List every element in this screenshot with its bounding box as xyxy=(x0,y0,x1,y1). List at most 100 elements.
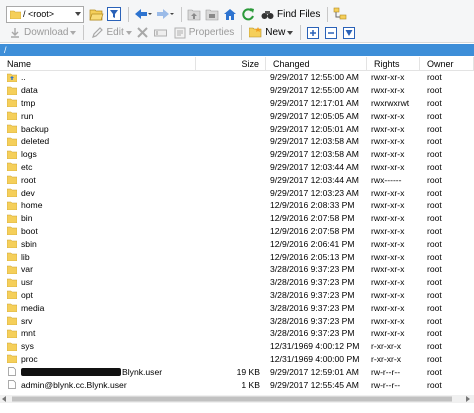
file-name: sbin xyxy=(21,238,37,249)
file-changed: 9/29/2017 12:55:00 AM xyxy=(270,72,359,83)
file-changed: 9/29/2017 12:03:23 AM xyxy=(270,187,359,198)
toolbar-separator xyxy=(83,25,85,40)
file-row[interactable]: admin@blynk.cc.Blynk.user 1 KB 9/29/2017 1… xyxy=(0,378,474,391)
file-name: home xyxy=(21,200,43,211)
file-row[interactable]: opt 3/28/2016 9:37:23 PM rwxr-xr-x root xyxy=(0,289,474,302)
folder-icon xyxy=(7,112,17,121)
file-owner: root xyxy=(427,213,442,224)
deselect-icon[interactable] xyxy=(323,25,339,41)
folder-icon xyxy=(7,99,17,108)
file-name: Blynk.user xyxy=(122,366,163,377)
file-row[interactable]: bin 12/9/2016 2:07:58 PM rwxr-xr-x root xyxy=(0,212,474,225)
filter-selection-icon[interactable] xyxy=(341,25,357,41)
file-name: root xyxy=(21,174,36,185)
file-owner: root xyxy=(427,225,442,236)
file-row[interactable]: dev 9/29/2017 12:03:23 AM rwxr-xr-x root xyxy=(0,186,474,199)
tree-view-icon[interactable] xyxy=(332,6,348,22)
file-name: lib xyxy=(21,251,30,262)
directory-select[interactable]: / <root> xyxy=(6,5,84,23)
file-rights: rwxr-xr-x xyxy=(371,315,405,326)
file-name: usr xyxy=(21,277,33,288)
file-row[interactable]: sbin 12/9/2016 2:06:41 PM rwxr-xr-x root xyxy=(0,237,474,250)
horizontal-scrollbar[interactable] xyxy=(0,395,474,403)
file-changed: 9/29/2017 12:03:44 AM xyxy=(270,174,359,185)
new-folder-icon xyxy=(249,27,262,38)
file-row[interactable]: data 9/29/2017 12:55:00 AM rwxr-xr-x root xyxy=(0,84,474,97)
properties-button[interactable]: Properties xyxy=(171,24,238,41)
folder-icon xyxy=(9,6,21,22)
folder-icon xyxy=(7,227,17,236)
delete-icon[interactable] xyxy=(135,25,151,41)
file-size: 1 KB xyxy=(241,379,260,390)
file-row[interactable]: proc 12/31/1969 4:00:00 PM r-xr-xr-x root xyxy=(0,353,474,366)
file-row[interactable]: lib 12/9/2016 2:05:13 PM rwxr-xr-x root xyxy=(0,250,474,263)
file-row[interactable]: usr 3/28/2016 9:37:23 PM rwxr-xr-x root xyxy=(0,276,474,289)
file-name: sys xyxy=(21,341,34,352)
toolbar-separator xyxy=(128,6,129,22)
column-header-rights[interactable]: Rights xyxy=(367,57,420,70)
chevron-down-icon xyxy=(125,30,132,35)
file-row[interactable]: backup 9/29/2017 12:05:01 AM rwxr-xr-x root xyxy=(0,122,474,135)
column-header-changed[interactable]: Changed xyxy=(266,57,367,70)
file-row[interactable]: srv 3/28/2016 9:37:23 PM rwxr-xr-x root xyxy=(0,314,474,327)
back-arrow-icon[interactable] xyxy=(133,6,153,22)
file-owner: root xyxy=(427,302,442,313)
filter-icon[interactable] xyxy=(106,6,122,22)
file-row[interactable]: deleted 9/29/2017 12:03:58 AM rwxr-xr-x roo… xyxy=(0,135,474,148)
file-owner: root xyxy=(427,136,442,147)
file-icon xyxy=(8,380,16,389)
file-row[interactable]: mnt 3/28/2016 9:37:23 PM rwxr-xr-x root xyxy=(0,327,474,340)
column-header-name[interactable]: Name xyxy=(0,57,196,70)
home-icon[interactable] xyxy=(222,6,238,22)
file-changed: 9/29/2017 12:03:44 AM xyxy=(270,161,359,172)
edit-button[interactable]: Edit xyxy=(88,24,134,41)
folder-icon xyxy=(7,163,17,172)
edit-icon xyxy=(92,26,104,38)
new-label: New xyxy=(265,27,286,38)
file-changed: 3/28/2016 9:37:23 PM xyxy=(270,277,355,288)
column-header-owner[interactable]: Owner xyxy=(420,57,474,70)
find-files-button[interactable]: Find Files xyxy=(258,6,323,23)
column-header-size[interactable]: Size xyxy=(196,57,266,70)
file-rights: rwxr-xr-x xyxy=(371,289,405,300)
file-row[interactable]: root 9/29/2017 12:03:44 AM rwx------ root xyxy=(0,173,474,186)
file-row[interactable]: var 3/28/2016 9:37:23 PM rwxr-xr-x root xyxy=(0,263,474,276)
file-row[interactable]: boot 12/9/2016 2:07:58 PM rwxr-xr-x root xyxy=(0,225,474,238)
properties-label: Properties xyxy=(188,27,235,38)
file-row[interactable]: tmp 9/29/2017 12:17:01 AM rwxrwxrwt root xyxy=(0,97,474,110)
file-owner: root xyxy=(427,187,442,198)
root-directory-icon[interactable] xyxy=(204,6,220,22)
file-rights: r-xr-xr-x xyxy=(371,341,402,352)
folder-icon xyxy=(7,124,17,134)
folder-icon xyxy=(7,329,17,338)
file-row[interactable]: media 3/28/2016 9:37:23 PM rwxr-xr-x root xyxy=(0,301,474,314)
file-row[interactable]: logs 9/29/2017 12:03:58 AM rwxr-xr-x root xyxy=(0,148,474,161)
folder-icon xyxy=(7,176,17,185)
file-changed: 3/28/2016 9:37:23 PM xyxy=(270,315,355,326)
file-name-cell: media xyxy=(0,303,196,313)
file-name-cell: backup xyxy=(0,124,196,134)
file-row[interactable]: home 12/9/2016 2:08:33 PM rwxr-xr-x root xyxy=(0,199,474,212)
download-button[interactable]: Download xyxy=(6,24,79,41)
file-row[interactable]: run 9/29/2017 12:05:05 AM rwxr-xr-x root xyxy=(0,109,474,122)
file-row[interactable]: .. 9/29/2017 12:55:00 AM rwxr-xr-x root xyxy=(0,71,474,84)
parent-directory-icon[interactable] xyxy=(186,6,202,22)
file-row[interactable]: etc 9/29/2017 12:03:44 AM rwxr-xr-x root xyxy=(0,161,474,174)
file-rights: rwxrwxrwt xyxy=(371,97,410,108)
forward-arrow-icon[interactable] xyxy=(155,6,175,22)
chevron-down-icon xyxy=(70,30,77,35)
rename-icon[interactable] xyxy=(153,25,169,41)
file-row[interactable]: Blynk.user 19 KB 9/29/2017 12:59:01 AM rw-r… xyxy=(0,365,474,378)
file-name-cell: data xyxy=(0,85,196,95)
open-folder-icon[interactable] xyxy=(88,6,104,22)
folder-icon xyxy=(7,137,17,146)
file-row[interactable]: sys 12/31/1969 4:00:12 PM r-xr-xr-x root xyxy=(0,340,474,353)
file-owner: root xyxy=(427,264,442,275)
refresh-icon[interactable] xyxy=(240,6,256,22)
binoculars-icon xyxy=(261,10,274,19)
new-button[interactable]: New xyxy=(246,24,296,41)
file-name-cell: root xyxy=(0,175,196,185)
select-all-icon[interactable] xyxy=(305,25,321,41)
file-rights: rwxr-xr-x xyxy=(371,149,405,160)
file-changed: 9/29/2017 12:05:05 AM xyxy=(270,110,359,121)
